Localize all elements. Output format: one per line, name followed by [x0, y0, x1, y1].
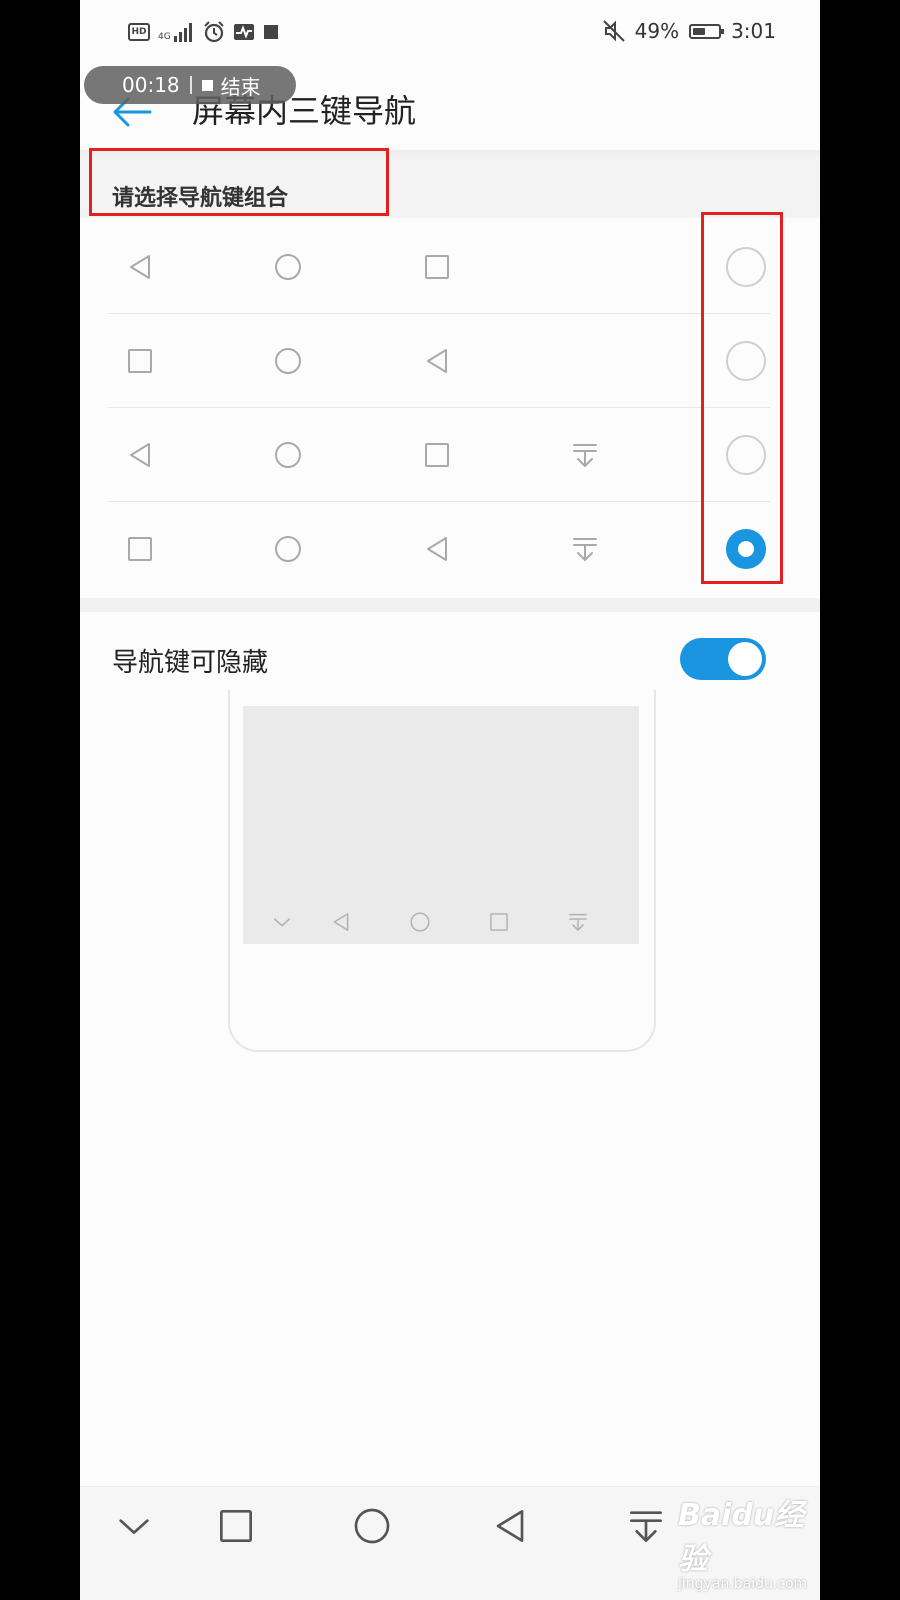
nav-key-home-icon [273, 346, 303, 376]
system-key-notification-pull-icon[interactable] [626, 1506, 666, 1546]
nav-key-back-icon [125, 252, 155, 282]
nav-key-back-icon [422, 346, 452, 376]
back-icon [496, 1510, 524, 1542]
home-icon [275, 536, 301, 562]
nav-key-recents-icon [125, 346, 155, 376]
recents-icon [490, 913, 508, 931]
home-icon [354, 1508, 390, 1544]
chevron-down-icon [119, 1519, 149, 1534]
battery-percent: 49% [634, 19, 680, 43]
signal-group: 4G [158, 22, 195, 42]
nav-key-back-icon [125, 440, 155, 470]
baidu-watermark: Baidu经验 jingyan.baidu.com [678, 1490, 820, 1592]
toggle-knob [728, 642, 762, 676]
highlight-box-radios [701, 212, 783, 584]
system-key-back-icon[interactable] [490, 1506, 530, 1546]
nav-key-notification-pull-icon [570, 440, 600, 470]
nav-key-recents-icon [422, 252, 452, 282]
hide-nav-label: 导航键可隐藏 [112, 648, 269, 678]
nav-key-notification-pull-icon [570, 534, 600, 564]
recording-divider [189, 76, 192, 94]
system-key-recents-icon[interactable] [216, 1506, 256, 1546]
watermark-sub: jingyan.baidu.com [678, 1576, 808, 1592]
system-key-home-icon[interactable] [352, 1506, 392, 1546]
mute-icon [602, 20, 625, 42]
watermark-main: Baidu经验 [678, 1498, 805, 1577]
preview-key-chevron-down-icon [271, 911, 293, 933]
signal-icon [173, 23, 192, 42]
system-key-chevron-down-icon[interactable] [114, 1506, 154, 1546]
back-icon [333, 913, 349, 931]
notification-pull-icon [573, 444, 597, 467]
preview-phone-screen [243, 706, 639, 944]
highlight-box-section [89, 148, 389, 216]
battery-level [693, 27, 705, 35]
nav-key-back-icon [422, 534, 452, 564]
stop-square-icon [263, 25, 278, 39]
recents-icon [425, 255, 449, 279]
battery-icon [689, 23, 725, 39]
preview-key-home-icon [409, 911, 431, 933]
back-icon [427, 537, 447, 561]
nav-key-recents-icon [422, 440, 452, 470]
alarm-icon [203, 21, 224, 43]
nav-key-home-icon [273, 440, 303, 470]
preview-key-recents-icon [488, 911, 510, 933]
back-icon [427, 349, 447, 373]
recents-icon [220, 1510, 252, 1542]
status-bar-right: 49% 3:01 [602, 16, 776, 46]
recents-icon [128, 349, 152, 373]
chevron-down-icon [273, 918, 291, 927]
recording-elapsed: 00:18 [122, 73, 180, 97]
activity-icon [233, 24, 254, 40]
hd-badge: HD [128, 23, 150, 41]
nav-key-home-icon [273, 534, 303, 564]
preview-key-notification-pull-icon [567, 911, 589, 933]
screen-recording-indicator[interactable]: 00:18 结束 [84, 66, 296, 104]
recording-end-button[interactable]: 结束 [221, 71, 261, 100]
notification-pull-icon [630, 1511, 662, 1542]
recents-icon [425, 443, 449, 467]
home-icon [275, 254, 301, 280]
section-separator [80, 598, 820, 612]
network-type: 4G [158, 32, 171, 42]
back-icon [130, 443, 150, 467]
home-icon [275, 348, 301, 374]
recents-icon [128, 537, 152, 561]
back-icon [130, 255, 150, 279]
preview-key-back-icon [330, 911, 352, 933]
stop-icon [201, 79, 213, 91]
notification-pull-icon [573, 538, 597, 561]
notification-pull-icon [569, 913, 587, 931]
hide-nav-toggle[interactable] [680, 638, 766, 680]
settings-screen: HD 4G 49% 3:01 屏幕内三键导航 00:18 结束 请选择导航键组合… [80, 0, 820, 1600]
home-icon [410, 912, 430, 932]
home-icon [275, 442, 301, 468]
nav-key-home-icon [273, 252, 303, 282]
nav-key-recents-icon [125, 534, 155, 564]
status-bar-left: HD 4G [128, 18, 279, 46]
status-time: 3:01 [731, 19, 776, 43]
